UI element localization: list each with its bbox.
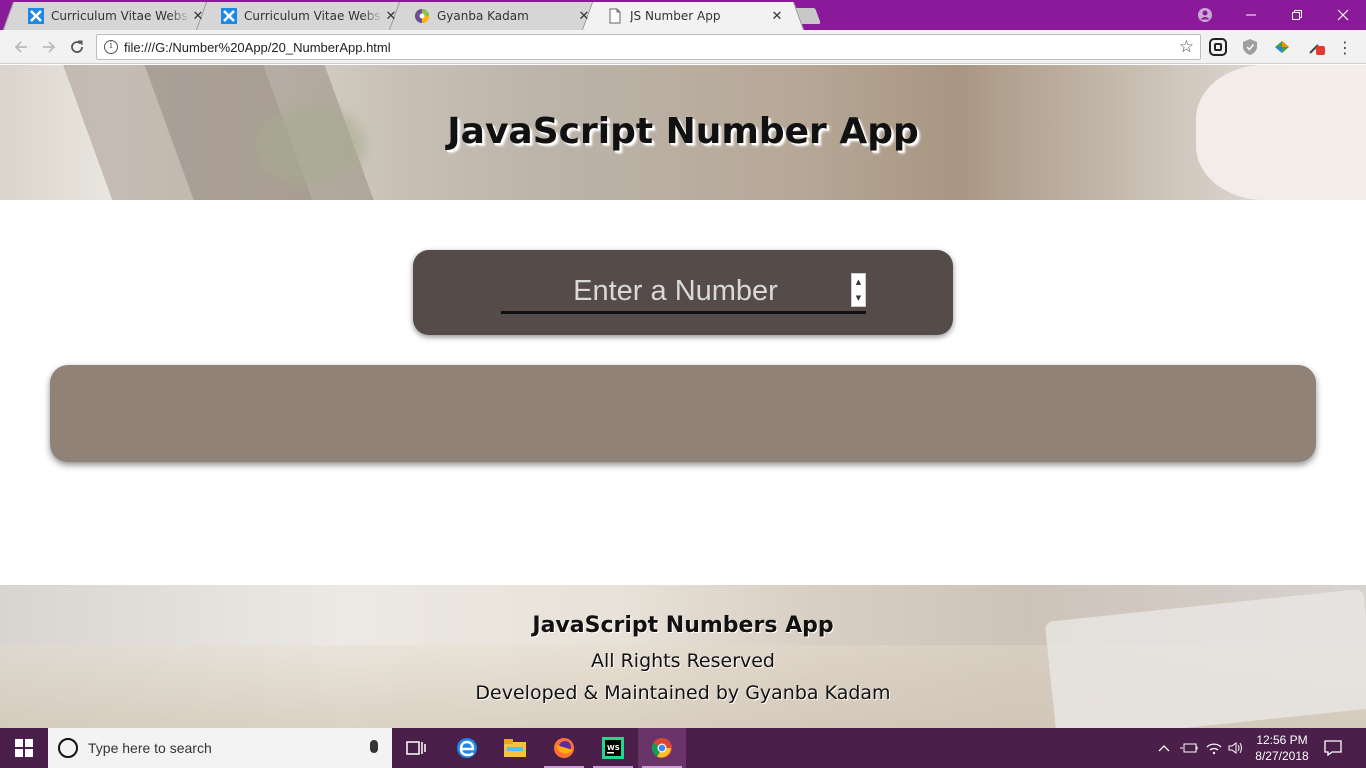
close-icon[interactable]: ✕: [190, 9, 206, 24]
number-spinner[interactable]: ▲ ▼: [851, 273, 866, 307]
close-icon[interactable]: ✕: [769, 9, 785, 24]
task-view-icon[interactable]: [392, 728, 440, 768]
restore-button[interactable]: [1274, 0, 1320, 30]
arrow-left-icon: [14, 41, 27, 53]
edge-icon[interactable]: [443, 728, 491, 768]
tab-curriculum-vitae-1[interactable]: Curriculum Vitae Website ✕: [14, 2, 214, 30]
action-center-icon[interactable]: [1320, 728, 1346, 768]
number-input-placeholder: Enter a Number: [573, 275, 778, 307]
close-icon[interactable]: ✕: [576, 9, 592, 24]
arrow-right-icon: [43, 41, 56, 53]
tab-js-number-app[interactable]: JS Number App ✕: [593, 2, 793, 30]
page-title: JavaScript Number App: [447, 111, 919, 152]
close-icon[interactable]: ✕: [383, 9, 399, 24]
forward-button[interactable]: [38, 36, 60, 58]
microphone-icon[interactable]: [370, 740, 378, 753]
shield-icon[interactable]: [1241, 38, 1259, 56]
cv-icon: [221, 8, 237, 24]
close-window-button[interactable]: [1320, 0, 1366, 30]
number-input-panel: Enter a Number ▲ ▼: [413, 250, 953, 335]
taskbar: Type here to search WS 12:56 PM 8/27/201…: [0, 728, 1366, 768]
number-input[interactable]: Enter a Number ▲ ▼: [501, 272, 866, 314]
extension-gem-icon[interactable]: [1273, 38, 1291, 56]
taskbar-clock[interactable]: 12:56 PM 8/27/2018: [1247, 732, 1317, 764]
tab-title: JS Number App: [630, 9, 721, 23]
wifi-icon[interactable]: [1203, 728, 1225, 768]
taskbar-search-box[interactable]: Type here to search: [48, 728, 392, 768]
menu-icon[interactable]: ⋮: [1334, 36, 1356, 58]
file-explorer-icon[interactable]: [491, 728, 539, 768]
footer: JavaScript Numbers App All Rights Reserv…: [0, 585, 1366, 728]
minimize-button[interactable]: [1228, 0, 1274, 30]
clock-date: 8/27/2018: [1255, 749, 1309, 763]
info-icon[interactable]: i: [104, 40, 118, 54]
battery-icon[interactable]: [1178, 728, 1200, 768]
site-icon: [415, 9, 429, 23]
tab-curriculum-vitae-2[interactable]: Curriculum Vitae Website ✕: [207, 2, 407, 30]
firefox-icon[interactable]: [540, 728, 588, 768]
header-banner: JavaScript Number App: [0, 65, 1366, 200]
tab-title: Curriculum Vitae Website: [51, 9, 190, 23]
cortana-icon: [58, 738, 78, 758]
svg-text:WS: WS: [607, 744, 620, 752]
reload-icon: [71, 40, 83, 53]
spin-down-icon[interactable]: ▼: [852, 290, 865, 306]
page-icon: [609, 8, 621, 24]
footer-credit: Developed & Maintained by Gyanba Kadam: [475, 682, 891, 704]
browser-toolbar: i file:///G:/Number%20App/20_NumberApp.h…: [0, 30, 1366, 64]
extension-icon[interactable]: [1209, 38, 1227, 56]
url-text: file:///G:/Number%20App/20_NumberApp.htm…: [124, 40, 391, 55]
tab-title: Gyanba Kadam: [437, 9, 529, 23]
tab-gyanba-kadam[interactable]: Gyanba Kadam ✕: [400, 2, 600, 30]
taskbar-search-placeholder: Type here to search: [88, 740, 212, 756]
eyedropper-icon[interactable]: [1307, 38, 1325, 56]
webstorm-icon[interactable]: WS: [589, 728, 637, 768]
volume-icon[interactable]: [1226, 728, 1246, 768]
cv-icon: [28, 8, 44, 24]
show-hidden-icons-chevron-icon[interactable]: [1155, 728, 1173, 768]
footer-rights: All Rights Reserved: [591, 650, 775, 672]
spin-up-icon[interactable]: ▲: [852, 274, 865, 290]
bookmark-star-icon[interactable]: ☆: [1179, 37, 1194, 57]
windows-start-button[interactable]: [0, 728, 48, 768]
footer-app-name: JavaScript Numbers App: [532, 613, 834, 638]
windows-logo-icon: [15, 739, 33, 757]
clock-time: 12:56 PM: [1256, 733, 1308, 747]
tab-title: Curriculum Vitae Website: [244, 9, 383, 23]
result-panel: [50, 365, 1316, 462]
address-bar[interactable]: i file:///G:/Number%20App/20_NumberApp.h…: [96, 34, 1201, 60]
profile-icon[interactable]: [1182, 0, 1228, 30]
browser-tab-strip: Curriculum Vitae Website ✕ Curriculum Vi…: [0, 0, 1366, 30]
reload-button[interactable]: [66, 36, 88, 58]
back-button[interactable]: [10, 36, 32, 58]
chrome-icon[interactable]: [638, 728, 686, 768]
